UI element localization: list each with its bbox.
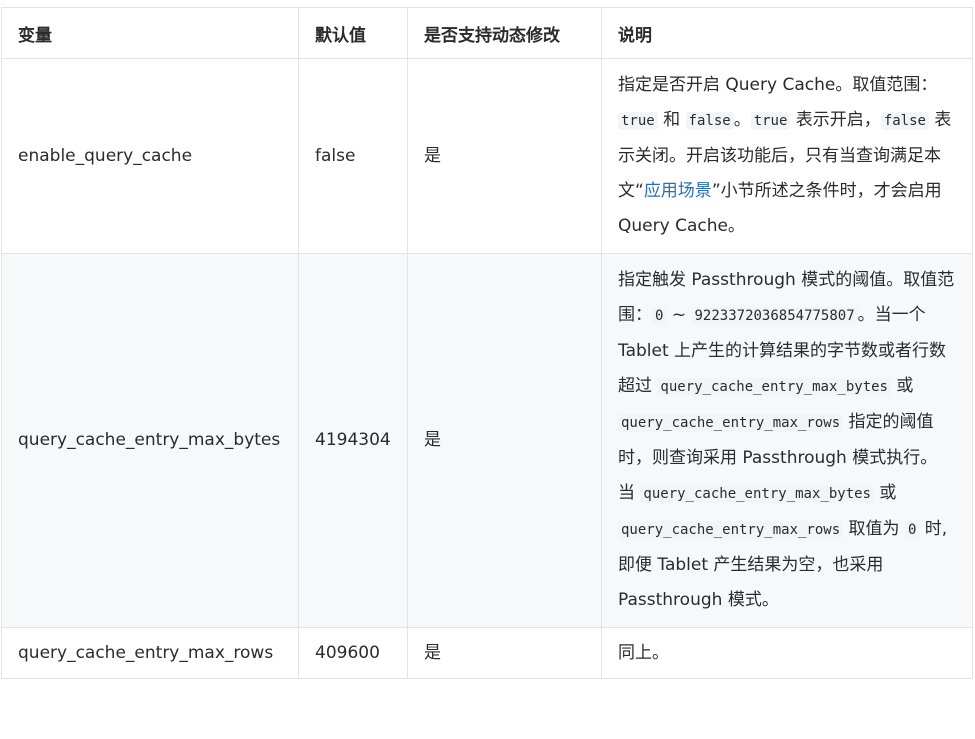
variable-name: enable_query_cache [1,58,299,254]
inline-code: false [880,112,929,130]
inline-code: false [685,112,734,130]
description-paragraph-2: 当 query_cache_entry_max_bytes 或 query_ca… [618,483,948,610]
dynamic-flag: 是 [407,253,602,628]
inline-code: query_cache_entry_max_rows [618,414,844,432]
scenario-link[interactable]: 应用场景 [644,181,712,201]
variables-table: 变量 默认值 是否支持动态修改 说明 enable_query_cache fa… [1,7,973,679]
inline-code: 9223372036854775807 [691,307,858,325]
inline-code: query_cache_entry_max_rows [618,521,844,539]
inline-code: 0 [652,307,667,325]
variable-name: query_cache_entry_max_bytes [1,253,299,628]
default-value: 409600 [298,627,408,679]
inline-code: 0 [904,521,920,539]
dynamic-flag: 是 [407,58,602,254]
default-value: 4194304 [298,253,408,628]
header-default: 默认值 [298,7,408,59]
inline-code: query_cache_entry_max_bytes [640,485,874,503]
table-row: query_cache_entry_max_bytes 4194304 是 指定… [1,253,973,628]
inline-code: query_cache_entry_max_bytes [657,378,891,396]
header-dynamic: 是否支持动态修改 [407,7,602,59]
variable-name: query_cache_entry_max_rows [1,627,299,679]
table-header-row: 变量 默认值 是否支持动态修改 说明 [1,7,973,59]
header-variable: 变量 [1,7,299,59]
dynamic-flag: 是 [407,627,602,679]
description: 同上。 [601,627,973,679]
inline-code: true [750,112,791,130]
table-row: enable_query_cache false 是 指定是否开启 Query … [1,58,973,254]
table-row: query_cache_entry_max_rows 409600 是 同上。 [1,627,973,679]
default-value: false [298,58,408,254]
description: 指定触发 Passthrough 模式的阈值。取值范围： 0 ~ 92233720… [601,253,973,628]
inline-code: true [618,112,658,130]
description: 指定是否开启 Query Cache。取值范围：true 和 false。 tru… [601,58,973,254]
header-description: 说明 [601,7,973,59]
